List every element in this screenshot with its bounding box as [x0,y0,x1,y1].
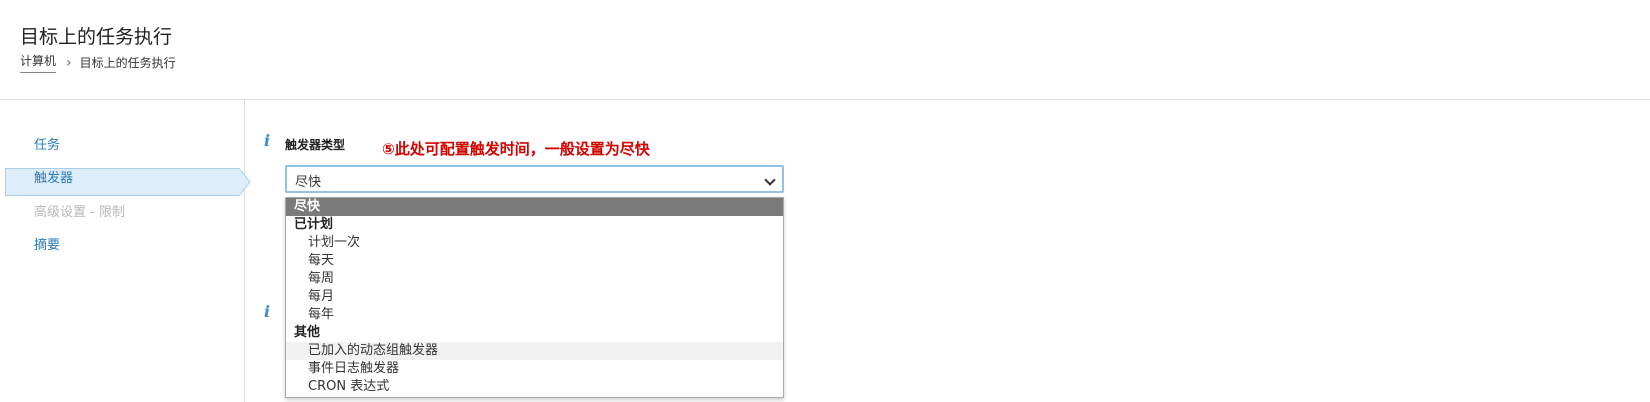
header-divider [0,99,1650,100]
nav-item-triggers[interactable]: 触发器 [34,167,73,186]
trigger-type-select[interactable]: 尽快 [285,165,784,193]
info-icon[interactable]: i [264,302,270,321]
option-weekly[interactable]: 每周 [286,270,783,288]
breadcrumb: 计算机 › 目标上的任务执行 [20,52,176,73]
nav-item-advanced-settings: 高级设置 - 限制 [34,205,125,220]
annotation-note: ⑤此处可配置触发时间，一般设置为尽快 [382,140,650,158]
option-daily[interactable]: 每天 [286,252,783,270]
option-yearly[interactable]: 每年 [286,306,783,324]
nav-item-summary[interactable]: 摘要 [34,234,60,253]
trigger-type-label: 触发器类型 [285,138,346,152]
sidebar-divider [244,100,245,402]
option-cron-expression[interactable]: CRON 表达式 [286,378,783,396]
option-event-log-trigger[interactable]: 事件日志触发器 [286,360,783,378]
option-group-scheduled: 已计划 [294,217,334,232]
option-group-other: 其他 [294,325,321,340]
option-asap[interactable]: 尽快 [286,198,783,216]
nav-active-arrow-icon [239,168,251,196]
info-icon[interactable]: i [264,131,270,150]
breadcrumb-current: 目标上的任务执行 [79,56,176,70]
page-title: 目标上的任务执行 [20,26,173,48]
trigger-type-dropdown: 尽快 已计划 计划一次 每天 每周 每月 每年 其他 已加入的动态组触发器 事件… [285,197,784,398]
nav-item-tasks[interactable]: 任务 [34,134,60,153]
option-once[interactable]: 计划一次 [286,234,783,252]
option-monthly[interactable]: 每月 [286,288,783,306]
select-value: 尽快 [295,175,322,190]
chevron-down-icon [764,174,776,186]
chevron-right-icon: › [66,54,72,71]
option-dynamic-group-trigger[interactable]: 已加入的动态组触发器 [286,342,783,360]
breadcrumb-link-computer[interactable]: 计算机 [20,52,57,73]
